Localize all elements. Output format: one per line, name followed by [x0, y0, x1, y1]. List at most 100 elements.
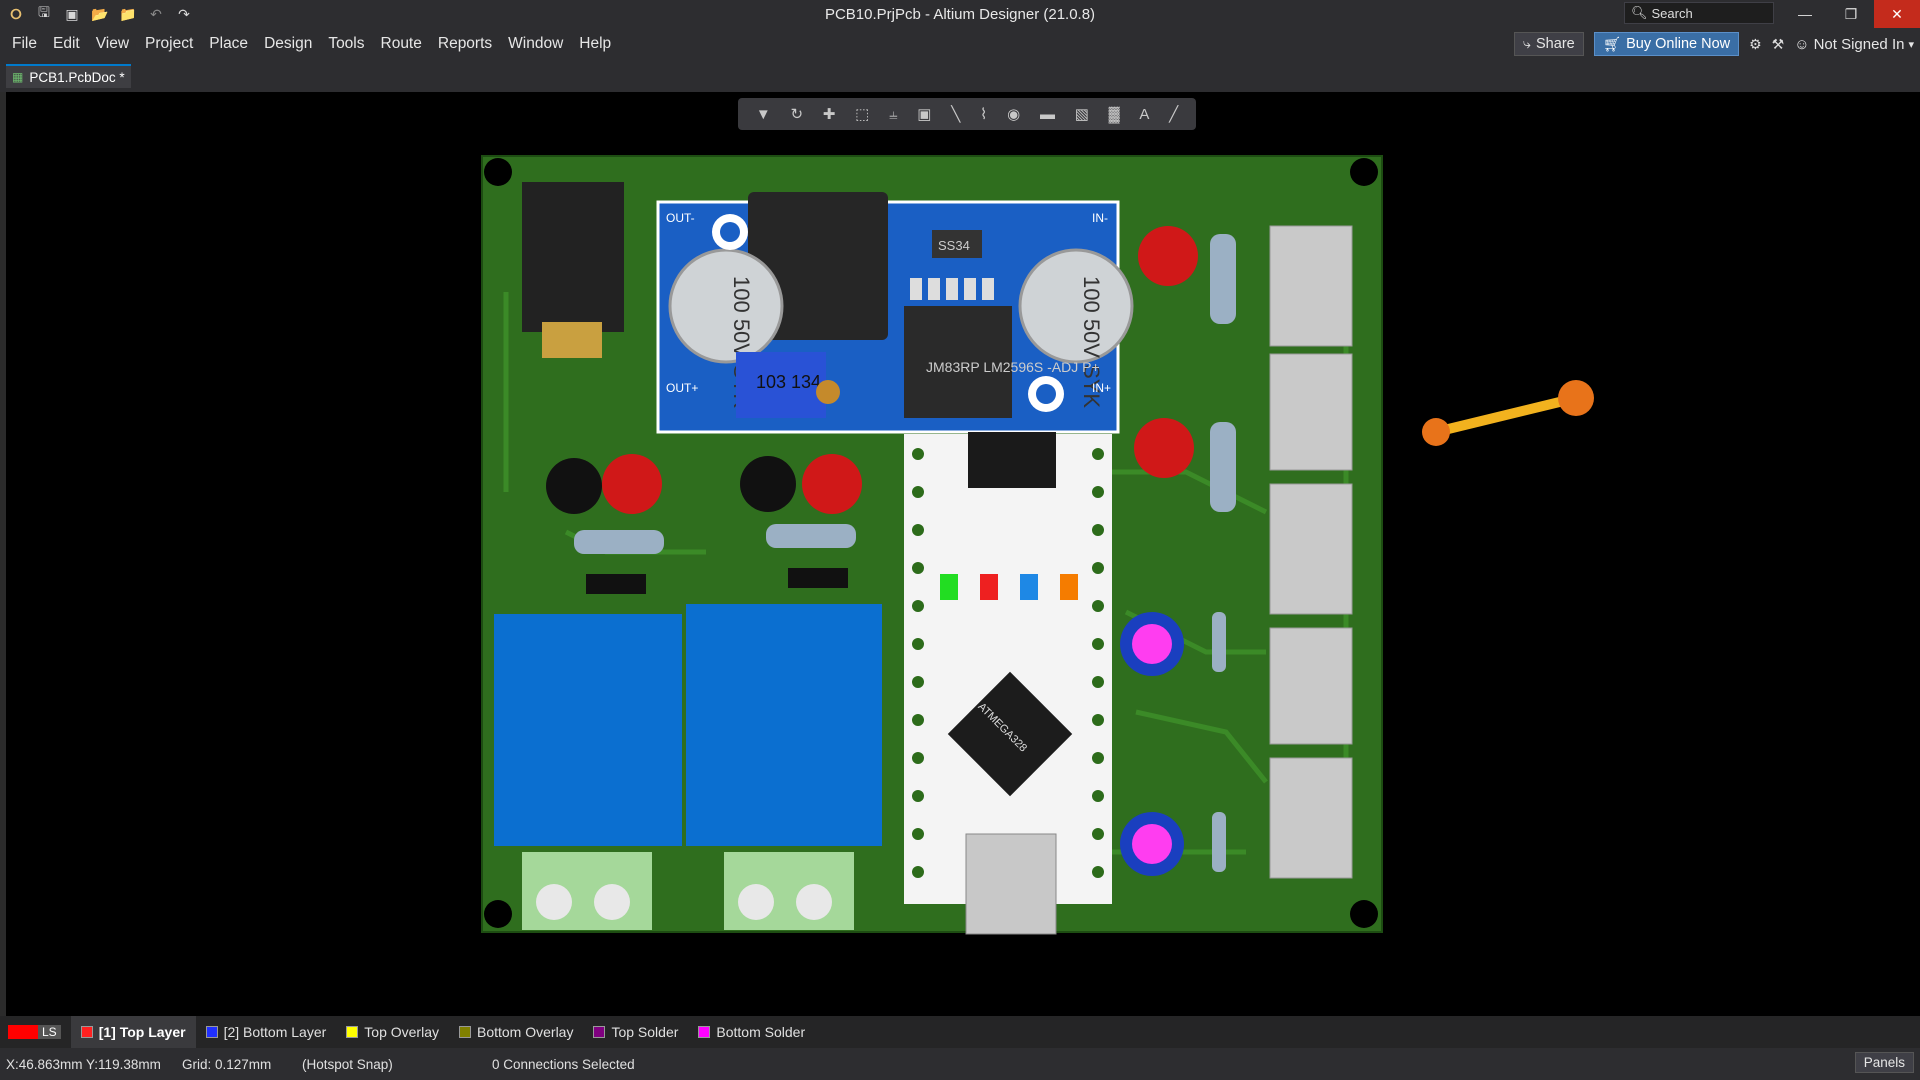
- pcb-board-view: 100 50V SYK 100 50V SYK JM83RP LM2596S -…: [481, 155, 1594, 935]
- mount-hole: [484, 900, 512, 928]
- menu-project[interactable]: Project: [137, 35, 201, 53]
- in-minus-label: IN-: [1092, 211, 1108, 225]
- polygon-icon[interactable]: ▬: [1040, 106, 1055, 123]
- led4: [802, 454, 862, 514]
- mount-hole: [484, 158, 512, 186]
- layer-label: Top Overlay: [364, 1024, 439, 1040]
- resistor-r2: [1210, 422, 1236, 512]
- account-menu[interactable]: ☺ Not Signed In ▾: [1794, 36, 1914, 53]
- restore-icon[interactable]: ❐: [1828, 0, 1874, 28]
- menu-route[interactable]: Route: [373, 35, 430, 53]
- layer-tab-top-overlay[interactable]: Top Overlay: [336, 1016, 449, 1048]
- resistor-r7: [1212, 812, 1226, 872]
- layer-tab-bottom-solder[interactable]: Bottom Solder: [688, 1016, 815, 1048]
- layer-color-swatch: [205, 1026, 218, 1038]
- connector-j3: [1269, 483, 1353, 615]
- status-bar: X:46.863mm Y:119.38mm Grid: 0.127mm (Hot…: [0, 1048, 1920, 1080]
- snap-mode: (Hotspot Snap): [302, 1057, 393, 1072]
- layer-tab-bottom-overlay[interactable]: Bottom Overlay: [449, 1016, 583, 1048]
- regulator-label: JM83RP LM2596S -ADJ P+: [926, 359, 1100, 375]
- minimize-icon[interactable]: —: [1782, 0, 1828, 28]
- undo-icon[interactable]: ↶: [146, 4, 166, 24]
- mount-hole: [1350, 158, 1378, 186]
- gear-icon[interactable]: ⚙: [1749, 36, 1762, 53]
- chart-icon[interactable]: ▓: [1109, 106, 1120, 123]
- interactive-route-icon[interactable]: ╲: [951, 105, 960, 123]
- close-icon[interactable]: ✕: [1874, 0, 1920, 28]
- user-icon: ☺: [1794, 35, 1810, 53]
- add-icon[interactable]: ✚: [823, 105, 836, 123]
- layer-tab-top-solder[interactable]: Top Solder: [583, 1016, 688, 1048]
- share-icon: ⤷: [1522, 36, 1532, 52]
- route-icon[interactable]: ↻: [790, 105, 803, 123]
- pad-icon[interactable]: ◉: [1007, 105, 1020, 123]
- pcb-3d-canvas[interactable]: 100 50V SYK 100 50V SYK JM83RP LM2596S -…: [6, 92, 1920, 1016]
- align-icon[interactable]: ⫨: [889, 106, 897, 123]
- layer-tabs-bar: LS [1] Top Layer [2] Bottom Layer Top Ov…: [0, 1016, 1920, 1048]
- layer-tab-top-layer[interactable]: [1] Top Layer: [70, 1016, 196, 1048]
- out-plus-label: OUT+: [666, 381, 698, 395]
- menu-help[interactable]: Help: [571, 35, 619, 53]
- menu-bar: File Edit View Project Place Design Tool…: [0, 28, 1920, 60]
- open-icon[interactable]: 📂: [90, 4, 110, 24]
- layer-color-swatch: [458, 1026, 471, 1038]
- led1: [1134, 418, 1194, 478]
- tab-pcb1-pcbdoc[interactable]: ▦ PCB1.PcbDoc *: [6, 64, 131, 88]
- capacitor-left: [668, 248, 784, 364]
- layer-set-selector[interactable]: LS: [8, 1025, 61, 1039]
- led2: [602, 454, 662, 514]
- wrench-icon[interactable]: ⚒: [1772, 36, 1785, 53]
- region-icon[interactable]: ▧: [1075, 105, 1089, 123]
- search-box[interactable]: 🔍︎ Search: [1624, 2, 1774, 24]
- buy-label: Buy Online Now: [1626, 36, 1731, 52]
- share-button[interactable]: ⤷ Share: [1513, 32, 1584, 56]
- panels-button[interactable]: Panels: [1854, 1052, 1914, 1073]
- text-icon[interactable]: A: [1139, 106, 1149, 123]
- menu-edit[interactable]: Edit: [45, 35, 88, 53]
- jst-connectors: [1269, 225, 1353, 879]
- diode-d1: [586, 574, 646, 594]
- layer-tab-bottom-layer[interactable]: [2] Bottom Layer: [196, 1016, 337, 1048]
- title-bar: ⭘ 🖫 ▣ 📂 📁 ↶ ↷ PCB10.PrjPcb - Altium Desi…: [0, 0, 1920, 28]
- app-logo-icon[interactable]: ⭘: [6, 4, 26, 24]
- diode-label: SS34: [938, 238, 970, 253]
- resistor-r5: [1210, 234, 1236, 324]
- grid-size: Grid: 0.127mm: [182, 1057, 272, 1072]
- usb-connector: [965, 833, 1057, 935]
- led3: [1138, 226, 1198, 286]
- buy-online-button[interactable]: 🛒︎ Buy Online Now: [1593, 32, 1740, 56]
- layer-color-swatch: [80, 1026, 93, 1038]
- out-minus-label: OUT-: [666, 211, 695, 225]
- window-controls: — ❐ ✕: [1782, 0, 1920, 28]
- menu-view[interactable]: View: [88, 35, 137, 53]
- mount-hole: [1350, 900, 1378, 928]
- redo-icon[interactable]: ↷: [174, 4, 194, 24]
- layer-label: Top Solder: [611, 1024, 679, 1040]
- relay-1: [494, 614, 682, 846]
- quick-access-toolbar: ⭘ 🖫 ▣ 📂 📁 ↶ ↷: [0, 0, 194, 28]
- connections-selected: 0 Connections Selected: [492, 1057, 635, 1072]
- cart-icon: 🛒︎: [1602, 36, 1622, 53]
- line-icon[interactable]: ╱: [1169, 105, 1178, 123]
- save-all-icon[interactable]: ▣: [62, 4, 82, 24]
- select-rect-icon[interactable]: ⬚: [855, 105, 869, 123]
- open-project-icon[interactable]: 📁: [118, 4, 138, 24]
- current-layer-swatch: [8, 1025, 38, 1039]
- layer-color-swatch: [346, 1026, 359, 1038]
- layer-label: Bottom Overlay: [476, 1024, 574, 1040]
- menu-place[interactable]: Place: [201, 35, 256, 53]
- relay-2: [686, 604, 882, 846]
- component-icon[interactable]: ▣: [917, 105, 931, 123]
- menu-design[interactable]: Design: [256, 35, 320, 53]
- pot-label: 103 134: [756, 372, 821, 392]
- menu-tools[interactable]: Tools: [320, 35, 372, 53]
- transistor-q1: [546, 458, 602, 514]
- menu-file[interactable]: File: [4, 35, 45, 53]
- ls-label: LS: [38, 1025, 61, 1039]
- filter-icon[interactable]: ▼: [756, 106, 771, 123]
- save-icon[interactable]: 🖫: [34, 4, 54, 24]
- menu-reports[interactable]: Reports: [430, 35, 500, 53]
- led-red: [980, 574, 998, 600]
- diff-pair-icon[interactable]: ⌇: [980, 105, 987, 123]
- menu-window[interactable]: Window: [500, 35, 571, 53]
